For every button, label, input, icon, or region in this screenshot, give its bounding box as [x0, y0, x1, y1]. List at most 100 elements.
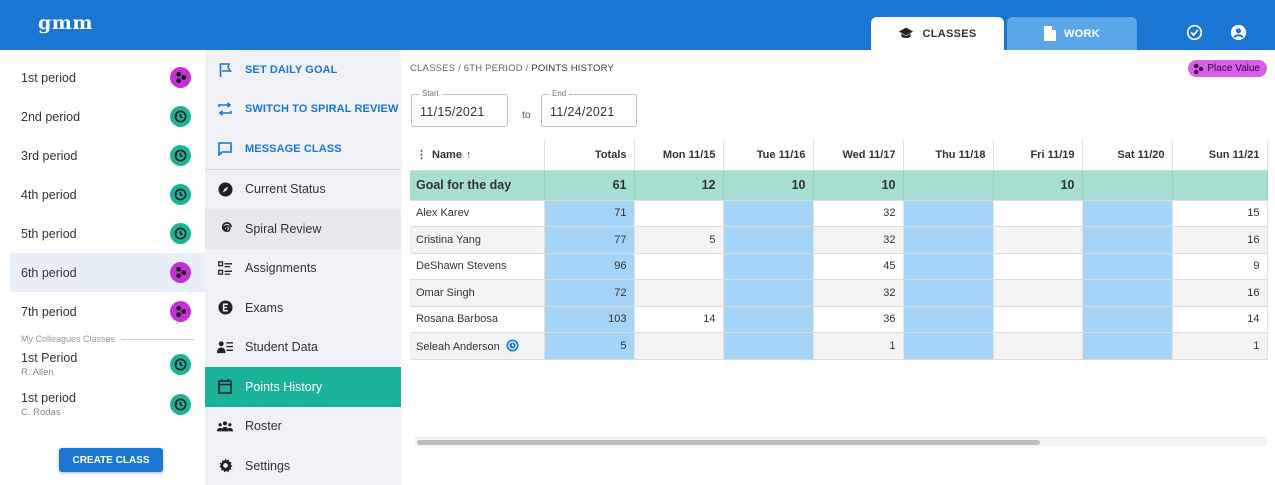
calendar-icon: [217, 379, 233, 395]
tab-work[interactable]: WORK: [1007, 17, 1137, 50]
menu-item-assignments[interactable]: Assignments: [205, 249, 401, 289]
table-cell: 16: [1172, 226, 1268, 254]
table-cell: [903, 332, 994, 360]
goal-cell[interactable]: 10: [993, 170, 1083, 201]
goal-cell[interactable]: 10: [813, 170, 904, 201]
history-icon: [170, 145, 191, 166]
column-header-day[interactable]: Sat 11/20: [1082, 140, 1173, 171]
start-date-field[interactable]: Start 11/15/2021: [411, 89, 508, 127]
menu-item-points-history[interactable]: Points History: [205, 367, 401, 407]
unit-pill[interactable]: Place Value: [1188, 60, 1267, 77]
colleague-class-item[interactable]: 1st Period R. Allen: [10, 344, 205, 384]
class-item-3rd-period[interactable]: 3rd period: [10, 136, 205, 175]
class-item-label: 7th period: [21, 304, 77, 319]
end-date-field[interactable]: End 11/24/2021: [541, 89, 637, 127]
table-cell: 14: [634, 306, 724, 333]
tab-classes[interactable]: CLASSES: [871, 17, 1004, 50]
place-value-icon: [170, 301, 191, 322]
gear-icon: [217, 458, 233, 474]
history-icon: [170, 353, 191, 375]
set-daily-goal-button[interactable]: SET DAILY GOAL: [205, 50, 401, 90]
table-cell: [903, 253, 994, 280]
table-cell: [634, 332, 724, 360]
student-name[interactable]: Omar Singh: [410, 279, 545, 307]
table-cell: [723, 306, 814, 333]
points-table: ⋮ Name ↑ Totals Mon 11/15 Tue 11/16 Wed 11…: [410, 140, 1268, 360]
class-item-label: 3rd period: [21, 148, 78, 163]
class-item-5th-period[interactable]: 5th period: [10, 214, 205, 253]
column-header-totals[interactable]: Totals: [544, 140, 635, 171]
column-header-day[interactable]: Fri 11/19: [993, 140, 1083, 171]
compass-icon: [217, 181, 233, 197]
colleague-class-item[interactable]: 1st period C. Rodas: [10, 384, 205, 424]
goal-cell[interactable]: [1082, 170, 1173, 201]
create-class-button[interactable]: CREATE CLASS: [59, 448, 163, 472]
goal-cell[interactable]: [1172, 170, 1268, 201]
tab-work-label: WORK: [1063, 27, 1101, 40]
goal-cell: 61: [544, 170, 635, 201]
column-header-day[interactable]: Sun 11/21: [1172, 140, 1268, 171]
app-logo[interactable]: gmm: [38, 12, 93, 34]
menu-item-exams[interactable]: Exams: [205, 288, 401, 328]
column-header-name[interactable]: ⋮ Name ↑: [410, 140, 545, 171]
colleague-class-label: 1st period: [21, 390, 76, 405]
student-name[interactable]: Rosana Barbosa: [410, 306, 545, 333]
account-icon[interactable]: [1229, 23, 1247, 41]
scrollbar-thumb[interactable]: [417, 440, 1040, 445]
student-name[interactable]: Cristina Yang: [410, 226, 545, 254]
menu-item-label: Student Data: [245, 340, 318, 355]
goal-cell[interactable]: 10: [723, 170, 814, 201]
document-icon: [1043, 26, 1056, 41]
student-name-cell[interactable]: Seleah Anderson: [410, 332, 545, 360]
switch-to-spiral-review-button[interactable]: SWITCH TO SPIRAL REVIEW: [205, 90, 401, 130]
breadcrumb-classes[interactable]: CLASSES: [410, 63, 455, 74]
place-value-icon: [170, 67, 191, 88]
column-menu-icon[interactable]: ⋮: [416, 149, 427, 161]
student-name[interactable]: DeShawn Stevens: [410, 253, 545, 280]
table-cell: 9: [1172, 253, 1268, 280]
history-icon[interactable]: [506, 339, 519, 352]
table-row: DeShawn Stevens 96 45 9: [410, 253, 1268, 280]
swap-icon: [217, 101, 233, 117]
menu-item-roster[interactable]: Roster: [205, 407, 401, 447]
column-header-day[interactable]: Mon 11/15: [634, 140, 724, 171]
place-value-icon: [170, 262, 191, 283]
breadcrumb-period[interactable]: 6TH PERIOD: [464, 63, 523, 74]
goal-cell[interactable]: 12: [634, 170, 724, 201]
menu-item-settings[interactable]: Settings: [205, 446, 401, 485]
horizontal-scrollbar[interactable]: [415, 437, 1267, 446]
class-item-2nd-period[interactable]: 2nd period: [10, 97, 205, 136]
menu-item-current-status[interactable]: Current Status: [205, 170, 401, 210]
message-class-label: MESSAGE CLASS: [245, 142, 342, 155]
menu-item-label: Current Status: [245, 182, 326, 197]
check-circle-icon[interactable]: [1185, 23, 1203, 41]
table-cell: [1082, 306, 1173, 333]
sort-ascending-icon[interactable]: ↑: [466, 149, 472, 161]
totals-cell: 77: [544, 226, 635, 254]
table-cell: [903, 279, 994, 307]
message-class-button[interactable]: MESSAGE CLASS: [205, 129, 401, 169]
totals-cell: 72: [544, 279, 635, 307]
class-item-label: 6th period: [21, 265, 77, 280]
end-date-label: End: [549, 89, 570, 98]
goal-cell[interactable]: [903, 170, 994, 201]
table-cell: 32: [813, 200, 904, 227]
flag-icon: [217, 62, 233, 78]
column-header-day[interactable]: Tue 11/16: [723, 140, 814, 171]
column-header-day[interactable]: Wed 11/17: [813, 140, 904, 171]
class-item-4th-period[interactable]: 4th period: [10, 175, 205, 214]
table-cell: [903, 200, 994, 227]
table-cell: [723, 332, 814, 360]
class-item-6th-period[interactable]: 6th period: [10, 253, 205, 292]
table-cell: [1082, 253, 1173, 280]
menu-item-spiral-review[interactable]: Spiral Review: [205, 209, 401, 249]
table-cell: [993, 332, 1083, 360]
top-bar: gmm CLASSES WORK: [0, 0, 1275, 50]
column-header-day[interactable]: Thu 11/18: [903, 140, 994, 171]
menu-item-student-data[interactable]: Student Data: [205, 328, 401, 368]
checklist-icon: [217, 260, 233, 276]
class-item-7th-period[interactable]: 7th period: [10, 292, 205, 331]
student-data-icon: [217, 339, 233, 355]
class-item-1st-period[interactable]: 1st period: [10, 58, 205, 97]
student-name[interactable]: Alex Karev: [410, 200, 545, 227]
